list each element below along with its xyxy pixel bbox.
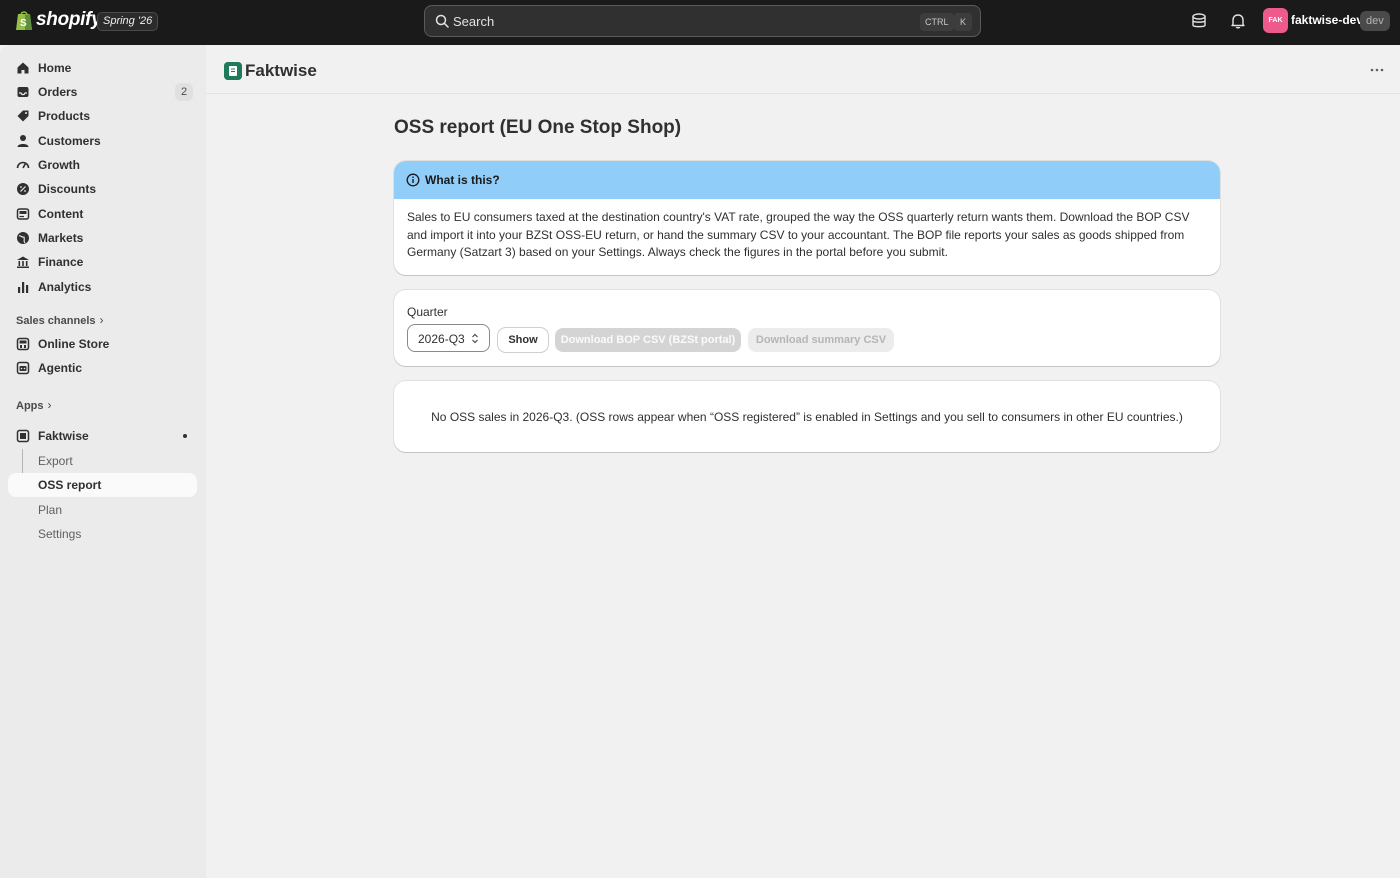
sidebar-item-analytics[interactable]: Analytics [8, 275, 197, 299]
chevron-right-icon: › [99, 313, 104, 327]
discount-icon [17, 183, 29, 195]
sidebar-item-discounts[interactable]: Discounts [8, 177, 197, 201]
search-placeholder: Search [453, 14, 495, 29]
info-icon [406, 173, 420, 187]
database-icon[interactable] [1190, 12, 1208, 30]
chevron-right-icon: › [47, 398, 52, 412]
person-icon [17, 135, 29, 147]
download-summary-csv-button[interactable]: Download summary CSV [748, 328, 894, 352]
tag-icon [17, 110, 29, 122]
quarter-label: Quarter [407, 305, 448, 319]
info-banner-body: Sales to EU consumers taxed at the desti… [407, 210, 1190, 259]
more-actions-icon[interactable] [1369, 67, 1385, 73]
sidebar-item-label: Analytics [38, 280, 92, 294]
info-banner-header: What is this? [394, 161, 1220, 199]
sidebar-subitem-label: Export [38, 454, 73, 468]
sidebar-item-label: Content [38, 207, 84, 221]
brand-name: shopify [36, 9, 102, 30]
sidebar-subitem-label: OSS report [38, 478, 102, 492]
shopify-logo[interactable]: S shopify [15, 9, 102, 31]
info-banner: What is this? Sales to EU consumers taxe… [394, 161, 1220, 275]
sidebar-item-label: Discounts [38, 182, 97, 196]
bell-icon[interactable] [1229, 12, 1247, 30]
sidebar-item-label: Customers [38, 134, 101, 148]
sidebar-subitem-export[interactable]: Export [8, 449, 197, 473]
info-banner-title: What is this? [425, 173, 500, 187]
sidebar-item-label: Home [38, 61, 72, 75]
sidebar-item-finance[interactable]: Finance [8, 250, 197, 274]
sidebar-item-label: Growth [38, 158, 80, 172]
quarter-select-value: 2026-Q3 [418, 332, 465, 346]
sales-channels-heading[interactable]: Sales channels › [16, 313, 104, 327]
svg-text:S: S [20, 18, 27, 29]
faktwise-app-icon [16, 429, 30, 443]
shortcut-k-key: K [954, 13, 972, 31]
sidebar-item-orders[interactable]: Orders 2 [8, 80, 197, 104]
sidebar-item-label: Products [38, 109, 91, 123]
home-icon [17, 62, 29, 74]
main-content: Faktwise OSS report (EU One Stop Shop) W… [206, 45, 1400, 878]
robot-icon [16, 361, 30, 375]
sidebar: Home Orders 2 Products Customers Growth … [0, 45, 206, 878]
sidebar-item-home[interactable]: Home [8, 56, 197, 80]
sidebar-item-products[interactable]: Products [8, 104, 197, 128]
env-badge: dev [1360, 11, 1390, 31]
gauge-icon [16, 161, 30, 169]
sidebar-item-content[interactable]: Content [8, 202, 197, 226]
inbox-icon [17, 87, 29, 97]
search-input[interactable]: Search CTRL K [424, 5, 981, 37]
sidebar-item-markets[interactable]: Markets [8, 226, 197, 250]
avatar[interactable]: FAK [1263, 8, 1288, 33]
sales-channels-label: Sales channels [16, 315, 96, 327]
store-name[interactable]: faktwise-dev [1291, 13, 1363, 27]
shopify-bag-icon: S [16, 11, 32, 30]
sidebar-subitem-plan[interactable]: Plan [8, 498, 197, 522]
globe-icon [17, 232, 29, 244]
select-arrows-icon [472, 333, 478, 344]
apps-heading[interactable]: Apps › [16, 398, 52, 412]
sidebar-subitem-settings[interactable]: Settings [8, 522, 197, 546]
orders-count-badge: 2 [175, 83, 193, 101]
sidebar-item-label: Online Store [38, 337, 110, 351]
quarter-form-card: Quarter 2026-Q3 Show Download BOP CSV (B… [394, 290, 1220, 366]
bank-icon [17, 256, 29, 268]
top-bar: S shopify Spring '26 Search CTRL K FAK f… [0, 0, 1400, 45]
apps-label: Apps [16, 400, 44, 412]
sidebar-subitem-label: Settings [38, 527, 82, 541]
page-title: OSS report (EU One Stop Shop) [394, 117, 682, 138]
sidebar-item-growth[interactable]: Growth [8, 153, 197, 177]
bar-chart-icon [18, 282, 29, 293]
sidebar-item-faktwise[interactable]: Faktwise [8, 424, 197, 448]
sidebar-item-customers[interactable]: Customers [8, 129, 197, 153]
store-icon [16, 337, 30, 351]
sidebar-item-online-store[interactable]: Online Store [8, 332, 197, 356]
edition-badge[interactable]: Spring '26 [97, 12, 159, 31]
faktwise-logo-icon [224, 62, 242, 80]
content-icon [16, 208, 30, 220]
download-bop-csv-button[interactable]: Download BOP CSV (BZSt portal) [555, 328, 741, 352]
empty-state-message: No OSS sales in 2026-Q3. (OSS rows appea… [431, 410, 1183, 424]
sidebar-item-label: Orders [38, 85, 78, 99]
sidebar-subitem-oss-report[interactable]: OSS report [8, 473, 197, 497]
app-title: Faktwise [245, 61, 317, 80]
empty-state-card: No OSS sales in 2026-Q3. (OSS rows appea… [394, 381, 1220, 452]
sidebar-item-label: Finance [38, 255, 84, 269]
show-button[interactable]: Show [498, 328, 548, 352]
sidebar-item-label: Faktwise [38, 429, 89, 443]
quarter-select[interactable]: 2026-Q3 [407, 324, 490, 352]
app-header: Faktwise [206, 45, 1400, 94]
sidebar-item-label: Markets [38, 231, 84, 245]
pin-dot-icon[interactable] [183, 434, 187, 438]
search-icon [435, 14, 449, 28]
shortcut-ctrl-key: CTRL [920, 13, 954, 31]
sidebar-subitem-label: Plan [38, 503, 63, 517]
sidebar-item-agentic[interactable]: Agentic [8, 356, 197, 380]
sidebar-item-label: Agentic [38, 361, 83, 375]
